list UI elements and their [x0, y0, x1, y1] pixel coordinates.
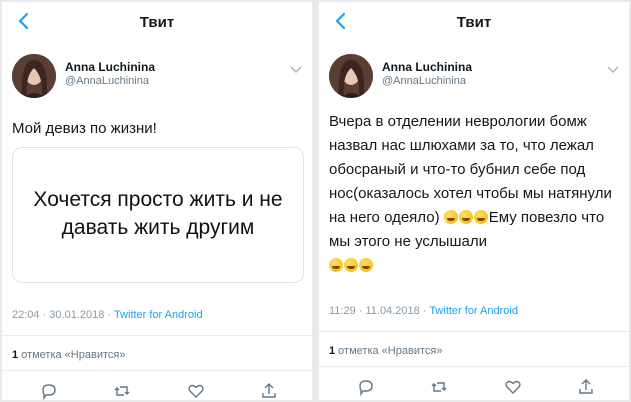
share-icon[interactable]: [577, 378, 595, 396]
page-title: Твит: [456, 14, 492, 31]
reply-icon[interactable]: [40, 382, 58, 400]
action-bar: [319, 376, 629, 398]
reply-icon[interactable]: [357, 378, 375, 396]
top-bar: Твит: [319, 2, 629, 44]
tweet-text: Вчера в отделении неврологии бомж назвал…: [329, 110, 627, 278]
chevron-down-icon[interactable]: [290, 66, 302, 74]
screenshot-collage: Твит Anna Luchinina @AnnaLuchinina Мой д…: [0, 0, 631, 402]
likes-label: отметка «Нравится»: [18, 349, 126, 361]
tweet-text: Мой девиз по жизни!: [12, 120, 157, 137]
source-link[interactable]: Twitter for Android: [429, 305, 518, 317]
like-icon[interactable]: [187, 382, 205, 400]
likes-label: отметка «Нравится»: [335, 345, 443, 357]
top-bar: Твит: [2, 2, 312, 44]
avatar[interactable]: [329, 54, 373, 98]
emoji-group-1: [443, 209, 489, 226]
timestamp: 11:29 · 11.04.2018 ·: [329, 305, 430, 317]
action-bar: [2, 380, 312, 400]
laughing-emoji-icon: [344, 258, 358, 272]
quote-card[interactable]: Хочется просто жить и не давать жить дру…: [12, 147, 304, 283]
author-name[interactable]: Anna Luchinina: [382, 60, 472, 74]
author-name[interactable]: Anna Luchinina: [65, 60, 155, 74]
author-handle[interactable]: @AnnaLuchinina: [65, 75, 149, 87]
likes-count[interactable]: 1 отметка «Нравится»: [12, 349, 125, 361]
laughing-emoji-icon: [473, 210, 488, 224]
laughing-emoji-icon: [443, 210, 458, 224]
avatar[interactable]: [12, 54, 56, 98]
tweet-meta: 11:29 · 11.04.2018 · Twitter for Android: [329, 305, 518, 317]
quote-card-text: Хочется просто жить и не давать жить дру…: [33, 188, 283, 239]
chevron-down-icon[interactable]: [607, 66, 619, 74]
tweet-panel-left: Твит Anna Luchinina @AnnaLuchinina Мой д…: [2, 2, 312, 400]
divider: [2, 335, 312, 336]
likes-count[interactable]: 1 отметка «Нравится»: [329, 345, 442, 357]
laughing-emoji-icon: [458, 210, 473, 224]
laughing-emoji-icon: [359, 258, 373, 272]
emoji-group-2: [329, 257, 374, 274]
timestamp: 22:04 · 30.01.2018 ·: [12, 309, 114, 321]
tweet-meta: 22:04 · 30.01.2018 · Twitter for Android: [12, 309, 203, 321]
divider: [2, 370, 312, 371]
divider: [319, 331, 629, 332]
author-handle[interactable]: @AnnaLuchinina: [382, 75, 466, 87]
share-icon[interactable]: [260, 382, 278, 400]
like-icon[interactable]: [504, 378, 522, 396]
retweet-icon[interactable]: [113, 382, 131, 400]
source-link[interactable]: Twitter for Android: [114, 309, 203, 321]
laughing-emoji-icon: [329, 258, 343, 272]
page-title: Твит: [139, 14, 175, 31]
divider: [319, 366, 629, 367]
retweet-icon[interactable]: [430, 378, 448, 396]
tweet-panel-right: Твит Anna Luchinina @AnnaLuchinina Вчера…: [319, 2, 629, 400]
